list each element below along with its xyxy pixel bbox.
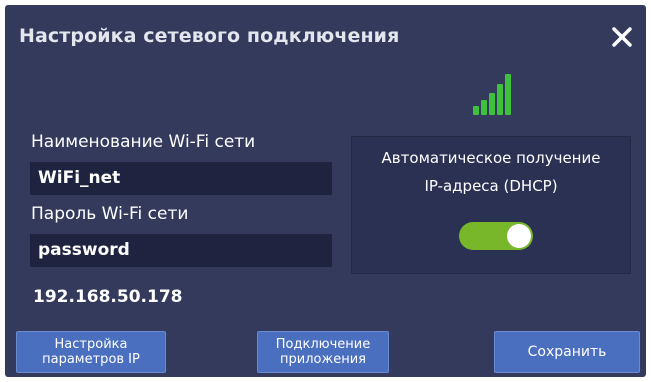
network-settings-dialog: Настройка сетевого подключения Наименова…: [5, 5, 646, 377]
close-icon[interactable]: [610, 25, 634, 49]
wifi-name-value: WiFi_net: [38, 168, 121, 188]
wifi-password-label: Пароль Wi-Fi сети: [31, 204, 189, 224]
wifi-password-value: password: [38, 240, 130, 260]
wifi-name-field[interactable]: WiFi_net: [30, 162, 332, 195]
wifi-password-field[interactable]: password: [30, 234, 332, 267]
ip-address: 192.168.50.178: [33, 287, 183, 307]
dhcp-toggle[interactable]: [459, 222, 533, 250]
dhcp-panel: Автоматическое получение IP-адреса (DHCP…: [351, 136, 631, 274]
dhcp-label-line2: IP-адреса (DHCP): [424, 177, 558, 195]
ip-settings-button[interactable]: Настройка параметров IP: [16, 331, 166, 373]
dialog-title: Настройка сетевого подключения: [19, 25, 400, 47]
ip-settings-button-line2: параметров IP: [42, 352, 140, 367]
save-button[interactable]: Сохранить: [494, 331, 640, 373]
wifi-name-label: Наименование Wi-Fi сети: [31, 132, 256, 152]
toggle-knob: [507, 224, 531, 248]
dhcp-label-line1: Автоматическое получение: [381, 149, 601, 167]
save-button-label: Сохранить: [527, 343, 607, 360]
ip-settings-button-line1: Настройка: [54, 337, 128, 352]
app-connect-button-line2: приложения: [280, 352, 366, 367]
wifi-signal-icon: [471, 71, 517, 117]
app-connect-button[interactable]: Подключение приложения: [257, 331, 389, 373]
app-connect-button-line1: Подключение: [275, 337, 371, 352]
